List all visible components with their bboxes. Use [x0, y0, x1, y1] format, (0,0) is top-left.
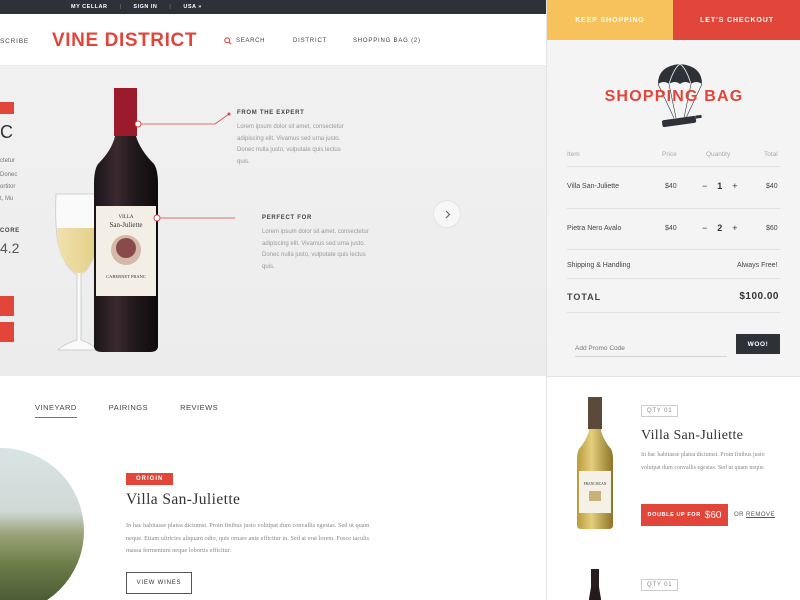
origin-badge: ORIGIN: [126, 473, 174, 485]
hero-text-fragment: t, Mu: [0, 196, 14, 202]
callout-body: Lorem ipsum dolor sit amet, consectetur …: [237, 124, 344, 165]
quantity-stepper: − 1 +: [702, 181, 738, 191]
tab-reviews[interactable]: REVIEWS: [180, 403, 218, 418]
sign-in-link[interactable]: SIGN IN: [133, 4, 157, 10]
shipping-label: Shipping & Handling: [567, 262, 631, 269]
hero-action-button[interactable]: [0, 296, 14, 316]
hero-text-fragment: ortitor: [0, 184, 16, 190]
divider: [567, 278, 780, 279]
svg-text:FRANCISCAN: FRANCISCAN: [584, 482, 607, 486]
quantity-badge: QTY 01: [641, 405, 679, 417]
divider: [567, 249, 780, 250]
header-total: Total: [764, 151, 778, 158]
callout-body: Lorem ipsum dolor sit amet, consectetur …: [262, 229, 369, 270]
detail-tabs: VINEYARD PAIRINGS REVIEWS: [35, 403, 218, 418]
product-hero: C ctetur Donec ortitor t, Mu CORE 4.2 VI…: [0, 66, 546, 376]
increment-button[interactable]: +: [732, 223, 737, 233]
keep-shopping-button[interactable]: KEEP SHOPPING: [547, 0, 673, 40]
score-label: CORE: [0, 228, 20, 234]
separator: |: [119, 4, 122, 10]
shopping-bag-title: SHOPPING BAG: [604, 88, 744, 105]
decrement-button[interactable]: −: [702, 223, 707, 233]
subscribe-link[interactable]: SCRIBE: [0, 38, 29, 45]
double-up-button[interactable]: DOUBLE UP FOR $60: [641, 504, 728, 526]
divider: [567, 208, 780, 209]
svg-text:CABERNET FRANC: CABERNET FRANC: [106, 274, 146, 279]
promo-code-input[interactable]: [575, 345, 727, 357]
cart-item-name: Pietra Nero Avalo: [567, 225, 622, 232]
svg-text:San-Juliette: San-Juliette: [109, 221, 142, 229]
shopping-bag-panel: KEEP SHOPPING LET'S CHECKOUT SHOPPING BA…: [546, 0, 800, 600]
divider: [567, 312, 780, 313]
hero-text-fragment: Donec: [0, 172, 18, 178]
hero-tag: [0, 102, 14, 114]
divider: [567, 166, 780, 167]
origin-title: Villa San-Juliette: [126, 491, 241, 508]
callout-title: FROM THE EXPERT: [237, 110, 305, 116]
checkout-button[interactable]: LET'S CHECKOUT: [673, 0, 800, 40]
svg-text:VILLA: VILLA: [119, 215, 134, 220]
double-up-price: $60: [704, 509, 722, 521]
cart-item-price: $40: [665, 183, 677, 190]
quantity-value: 2: [717, 223, 723, 233]
main-content: MY CELLAR | SIGN IN | USA » SCRIBE VINE …: [0, 0, 546, 600]
upsell-title: Villa San-Juliette: [641, 428, 744, 443]
vineyard-photo: [0, 448, 84, 600]
or-text: OR: [734, 512, 744, 518]
cart-item-total: $60: [766, 225, 778, 232]
cart-item-total: $40: [766, 183, 778, 190]
my-cellar-link[interactable]: MY CELLAR: [71, 4, 107, 10]
callout-expert: FROM THE EXPERT Lorem ipsum dolor sit am…: [237, 110, 355, 168]
origin-description: In hac habitasse platea dictumst. Proin …: [126, 522, 370, 554]
red-wine-bottle-image: [589, 569, 601, 600]
upsell-section: FRANCISCAN QTY 01 Villa San-Juliette In …: [547, 376, 800, 600]
callout-perfect-for: PERFECT FOR Lorem ipsum dolor sit amet, …: [262, 215, 380, 273]
tab-vineyard[interactable]: VINEYARD: [35, 403, 77, 418]
quantity-badge: QTY 01: [641, 579, 679, 591]
country-selector[interactable]: USA »: [183, 4, 202, 10]
quantity-stepper: − 2 +: [702, 223, 738, 233]
apply-promo-button[interactable]: WOO!: [736, 334, 780, 354]
search-icon: [224, 37, 232, 45]
hero-text-fragment: ctetur: [0, 158, 16, 164]
callout-connectors: [135, 112, 235, 222]
brand-logo[interactable]: VINE DISTRICT: [52, 30, 197, 52]
total-value: $100.00: [739, 291, 779, 302]
shipping-value: Always Free!: [737, 262, 778, 269]
double-up-label: DOUBLE UP FOR: [647, 512, 701, 518]
hero-heading-fragment: C: [0, 122, 13, 142]
chevron-right-icon: [445, 210, 450, 218]
cart-item-price: $40: [665, 225, 677, 232]
hero-action-button[interactable]: [0, 322, 14, 342]
increment-button[interactable]: +: [732, 181, 737, 191]
top-utility-bar: MY CELLAR | SIGN IN | USA »: [0, 0, 546, 14]
header-quantity: Quantity: [706, 151, 731, 158]
next-slide-button[interactable]: [433, 200, 461, 228]
search-label: SEARCH: [236, 38, 266, 44]
view-wines-button[interactable]: VIEW WINES: [126, 572, 192, 594]
upsell-description: In hac habitasse platea dictumst. Proin …: [641, 452, 766, 471]
nav-shopping-bag[interactable]: SHOPPING BAG (2): [353, 38, 421, 44]
separator: |: [169, 4, 172, 10]
quantity-value: 1: [717, 181, 723, 191]
header-item: Item: [567, 151, 580, 158]
remove-link[interactable]: REMOVE: [746, 512, 775, 518]
header-price: Price: [662, 151, 677, 158]
search-button[interactable]: SEARCH: [224, 37, 265, 45]
nav-district[interactable]: DISTRICT: [293, 38, 327, 44]
main-navigation: SCRIBE VINE DISTRICT SEARCH DISTRICT SHO…: [0, 14, 546, 66]
white-wine-bottle-image: FRANCISCAN: [577, 397, 613, 529]
tab-pairings[interactable]: PAIRINGS: [109, 403, 148, 418]
score-value: 4.2: [0, 240, 20, 256]
cart-item-name: Villa San-Juliette: [567, 183, 620, 190]
total-label: TOTAL: [567, 292, 602, 302]
callout-title: PERFECT FOR: [262, 215, 313, 221]
decrement-button[interactable]: −: [702, 181, 707, 191]
